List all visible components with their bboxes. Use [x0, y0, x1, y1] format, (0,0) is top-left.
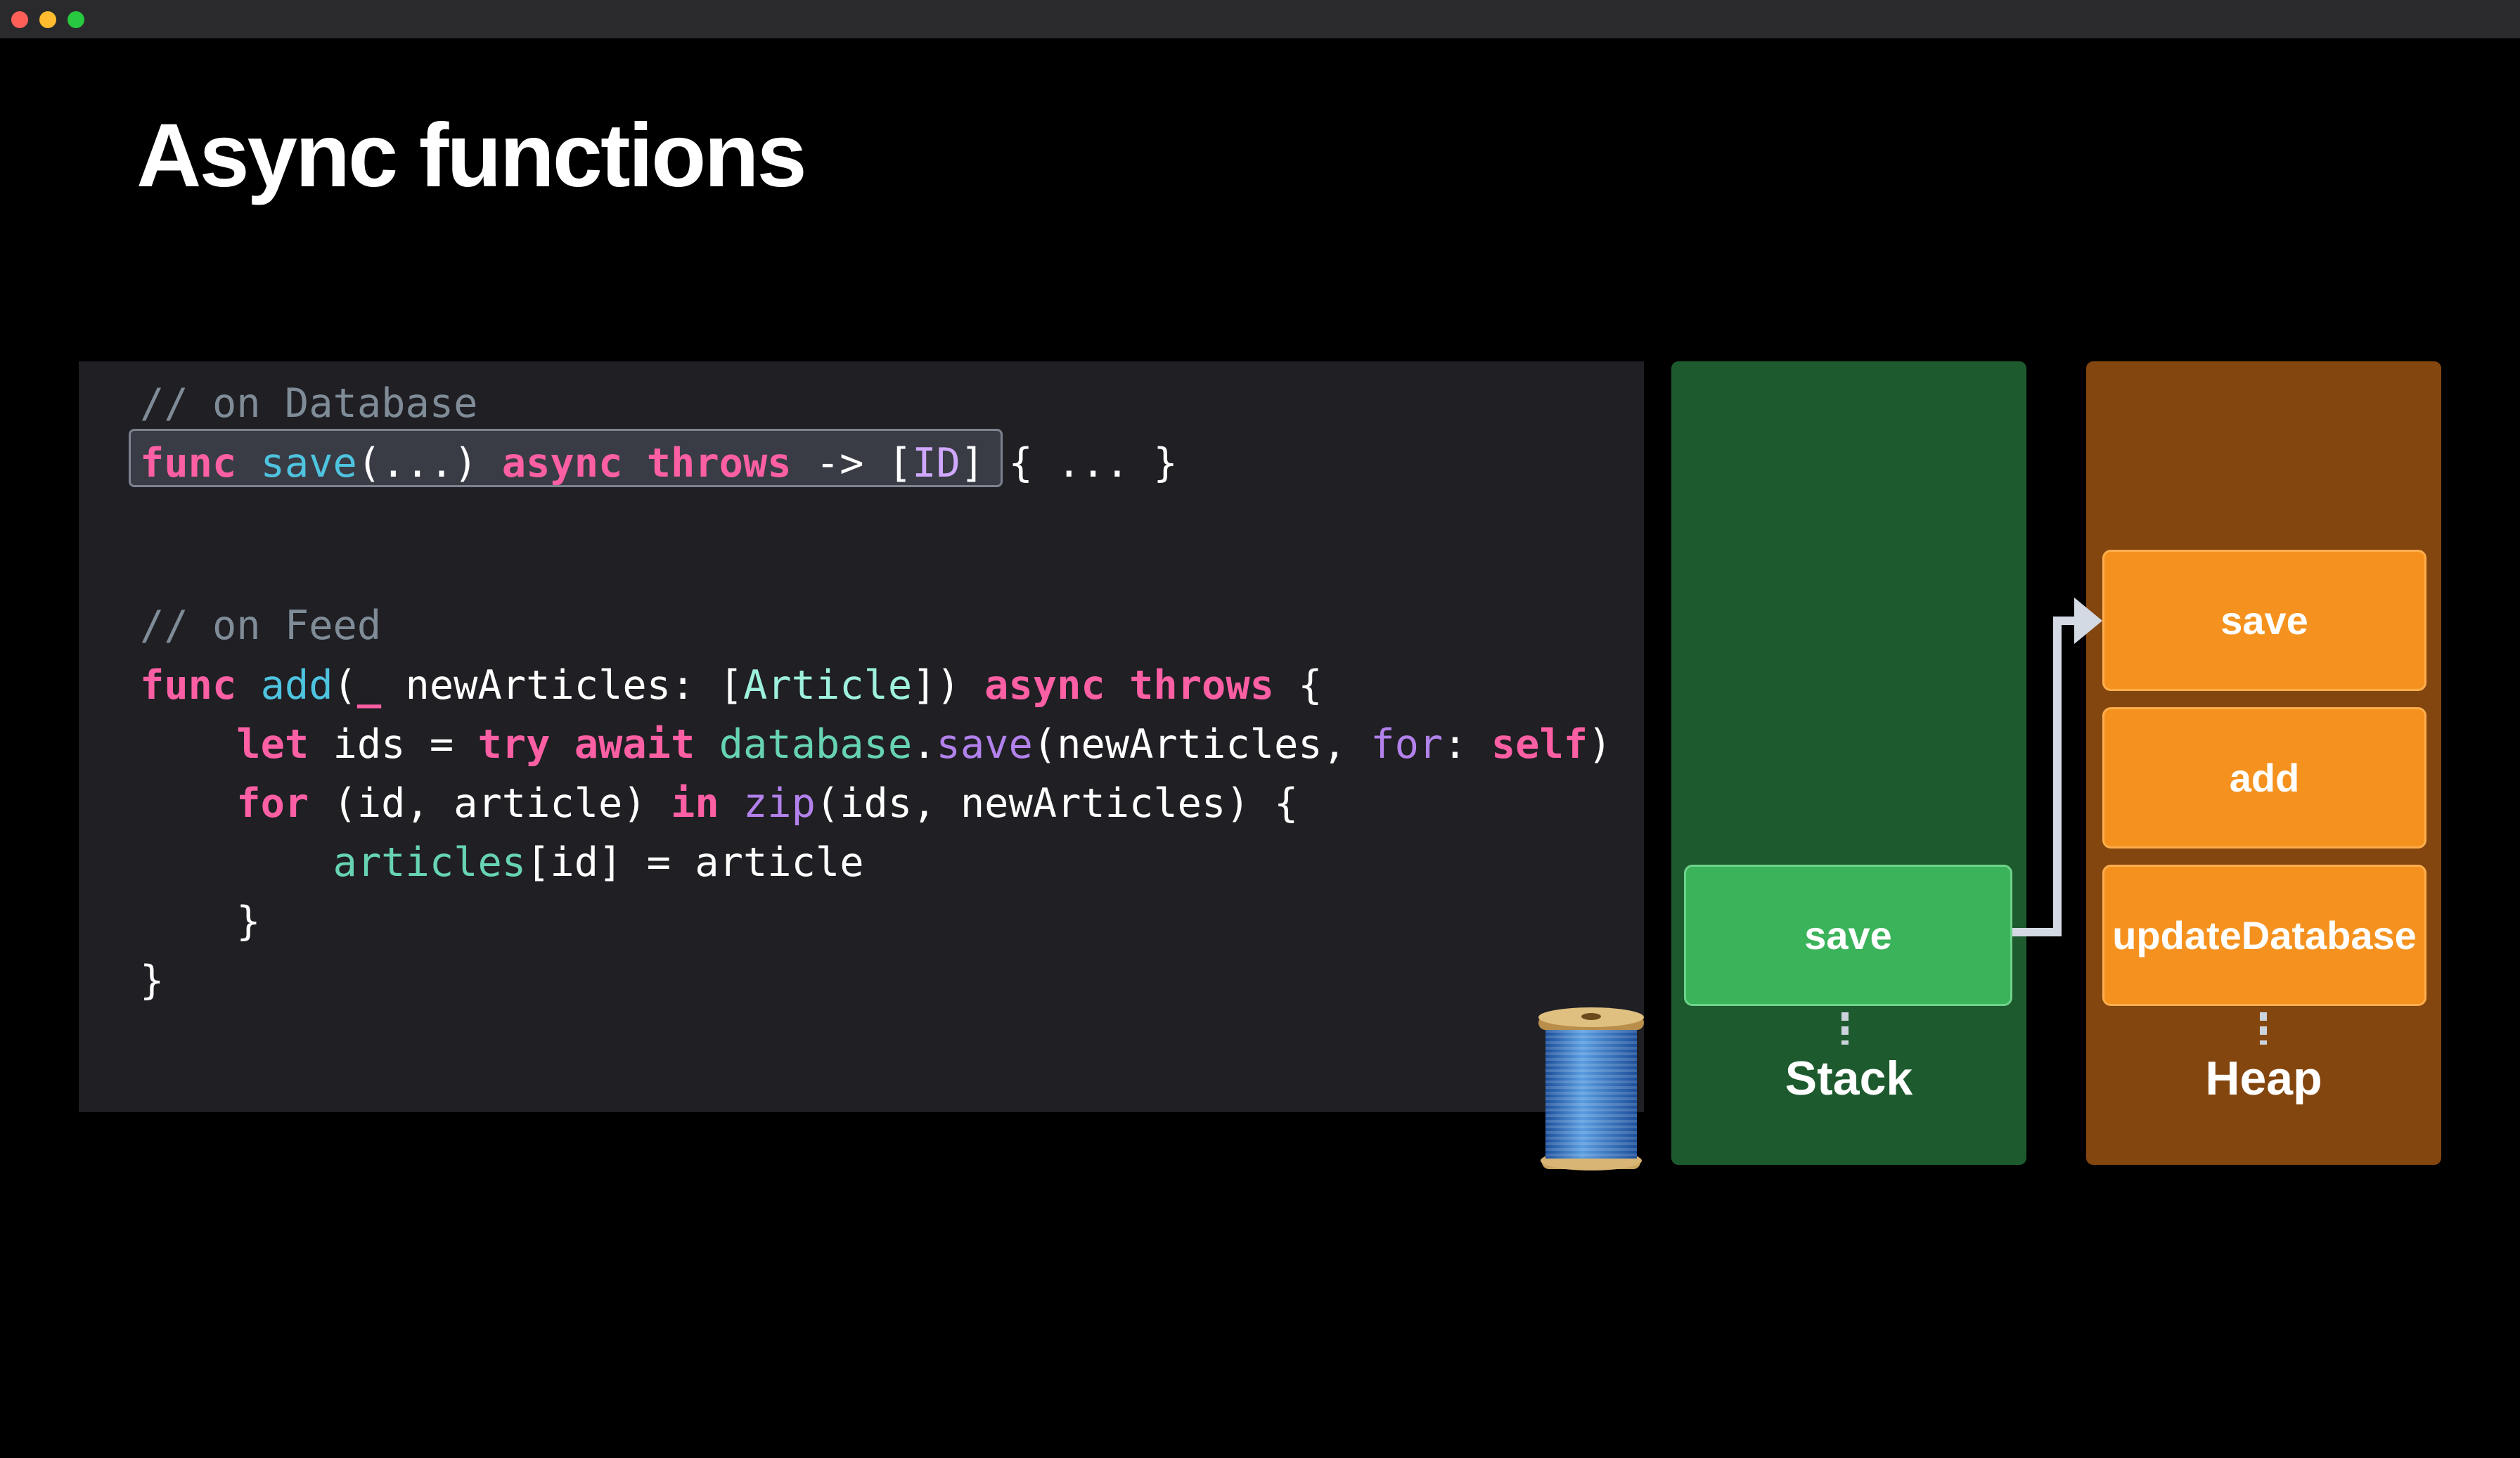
spool-of-thread-icon [1538, 1007, 1644, 1170]
arrow-right-icon [2012, 598, 2102, 936]
